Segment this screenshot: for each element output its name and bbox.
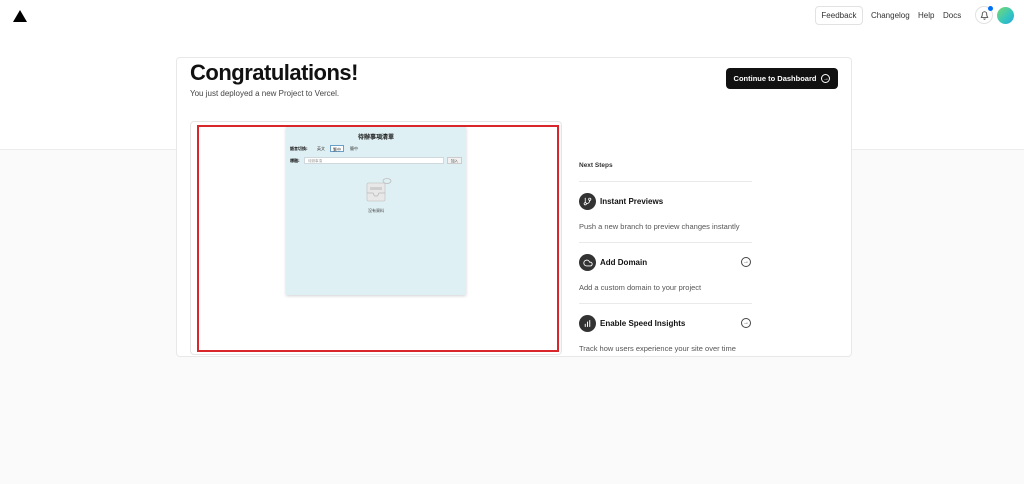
avatar[interactable] bbox=[997, 7, 1014, 24]
speed-insights-icon-circle bbox=[579, 315, 596, 332]
nav-link-changelog[interactable]: Changelog bbox=[871, 11, 910, 20]
bell-icon bbox=[980, 10, 988, 20]
preview-highlight-box bbox=[197, 125, 559, 352]
arrow-right-circle-icon[interactable]: → bbox=[741, 318, 751, 328]
step-title-speed-insights[interactable]: Enable Speed Insights bbox=[600, 319, 685, 328]
divider bbox=[579, 181, 752, 182]
cloud-icon bbox=[582, 259, 593, 266]
step-desc-add-domain: Add a custom domain to your project bbox=[579, 283, 702, 292]
feedback-button[interactable]: Feedback bbox=[815, 6, 863, 25]
step-desc-instant-previews: Push a new branch to preview changes ins… bbox=[579, 222, 740, 231]
step-desc-speed-insights: Track how users experience your site ove… bbox=[579, 344, 736, 353]
notification-badge bbox=[988, 6, 993, 11]
top-nav: Feedback Changelog Help Docs bbox=[0, 0, 1024, 32]
continue-to-dashboard-button[interactable]: Continue to Dashboard → bbox=[726, 68, 838, 89]
instant-previews-icon-circle bbox=[579, 193, 596, 210]
step-title-add-domain[interactable]: Add Domain bbox=[600, 258, 647, 267]
add-domain-icon-circle bbox=[579, 254, 596, 271]
bar-chart-icon bbox=[584, 320, 591, 327]
page-title: Congratulations! bbox=[190, 60, 359, 85]
vercel-triangle-icon[interactable] bbox=[13, 10, 27, 22]
nav-link-help[interactable]: Help bbox=[918, 11, 934, 20]
arrow-right-circle-icon: → bbox=[821, 74, 831, 83]
continue-to-dashboard-label: Continue to Dashboard bbox=[733, 74, 817, 83]
nav-link-docs[interactable]: Docs bbox=[943, 11, 961, 20]
divider bbox=[579, 242, 752, 243]
divider bbox=[579, 303, 752, 304]
next-steps-title: Next Steps bbox=[579, 162, 613, 169]
git-branch-icon bbox=[583, 197, 592, 206]
arrow-right-circle-icon[interactable]: → bbox=[741, 257, 751, 267]
step-title-instant-previews[interactable]: Instant Previews bbox=[600, 197, 663, 206]
page-subtitle: You just deployed a new Project to Verce… bbox=[190, 89, 340, 98]
